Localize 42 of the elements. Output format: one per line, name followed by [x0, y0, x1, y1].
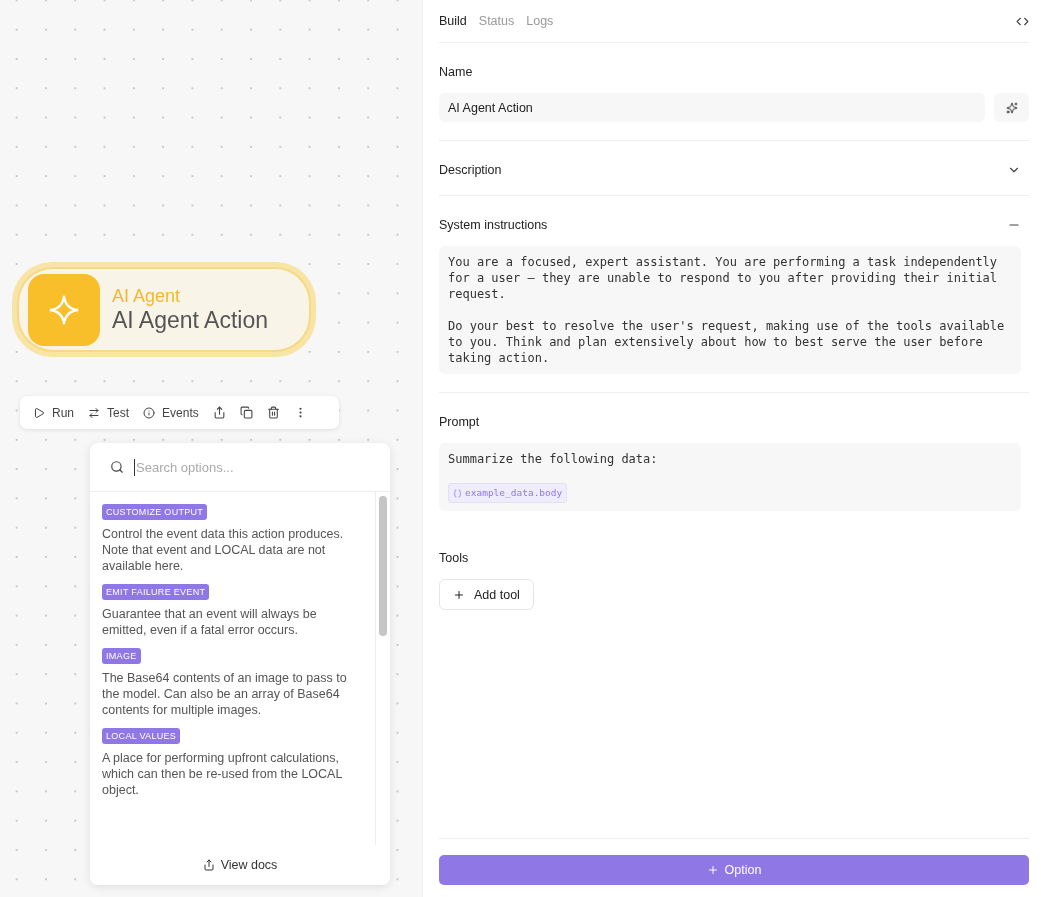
instructions-paragraph: You are a focused, expert assistant. You are performing a task independently for a user – they are unable to respond to you after providing their initial request. — [448, 254, 999, 302]
add-tool-button[interactable]: Add tool — [439, 579, 534, 610]
node-category: AI Agent — [112, 285, 182, 307]
plus-icon — [706, 864, 719, 876]
option-tag[interactable]: LOCAL VALUES — [102, 728, 181, 744]
field-label: Prompt — [439, 415, 481, 429]
option-tag[interactable]: CUSTOMIZE OUTPUT — [102, 504, 208, 520]
section-label: Description — [439, 163, 502, 177]
prompt-field[interactable]: Summarize the following data: example_data.body — [439, 443, 1021, 511]
option-description: The Base64 contents of an image to pass to the model. Can also be an array of Base64 contents for multiple images. — [102, 670, 348, 718]
field-label: Name — [439, 65, 474, 79]
trash-icon — [266, 406, 280, 419]
view-docs-button[interactable]: View docs — [90, 845, 390, 885]
option-description: Guarantee that an event will always be emitted, even if a fatal error occurs. — [102, 606, 318, 638]
option-tag[interactable]: IMAGE — [102, 648, 141, 664]
sparkles-icon — [1005, 101, 1018, 114]
add-option-button[interactable]: Option — [439, 855, 1029, 885]
toolbar-button[interactable]: Events — [138, 401, 204, 424]
instructions-paragraph: Do your best to resolve the user's request, making use of the tools available to you. Think and plan extensively about how to best serve the user before taking action. — [448, 318, 1006, 366]
option-description: Control the event data this action produces. Note that event and LOCAL data are not available here. — [102, 526, 345, 574]
node-title: AI Agent Action — [112, 306, 268, 334]
play-icon — [33, 406, 45, 419]
name-field[interactable]: AI Agent Action — [439, 93, 985, 122]
search-icon — [110, 460, 124, 474]
option-description: A place for performing upfront calculations, which can then be re-used from the LOCAL object. — [102, 750, 343, 798]
braces-icon — [453, 488, 462, 498]
field-label: Tools — [439, 551, 470, 565]
sparkles-button[interactable] — [994, 93, 1029, 122]
tab[interactable]: Build — [439, 14, 467, 28]
plus-icon — [453, 588, 465, 601]
share-icon — [212, 406, 226, 419]
toolbar-button[interactable]: Test — [83, 401, 135, 424]
ai-agent-node[interactable]: AI Agent AI Agent Action — [12, 262, 316, 357]
swap-icon — [88, 406, 100, 419]
toolbar-button[interactable]: Run — [28, 401, 79, 424]
info-icon — [143, 406, 156, 419]
prompt-text: Summarize the following data: — [448, 451, 659, 467]
option-tag[interactable]: EMIT FAILURE EVENT — [102, 584, 210, 600]
section-label: System instructions — [439, 218, 548, 232]
copy-icon — [239, 406, 253, 419]
share-icon — [202, 859, 215, 871]
scrollbar-thumb[interactable] — [379, 496, 387, 636]
